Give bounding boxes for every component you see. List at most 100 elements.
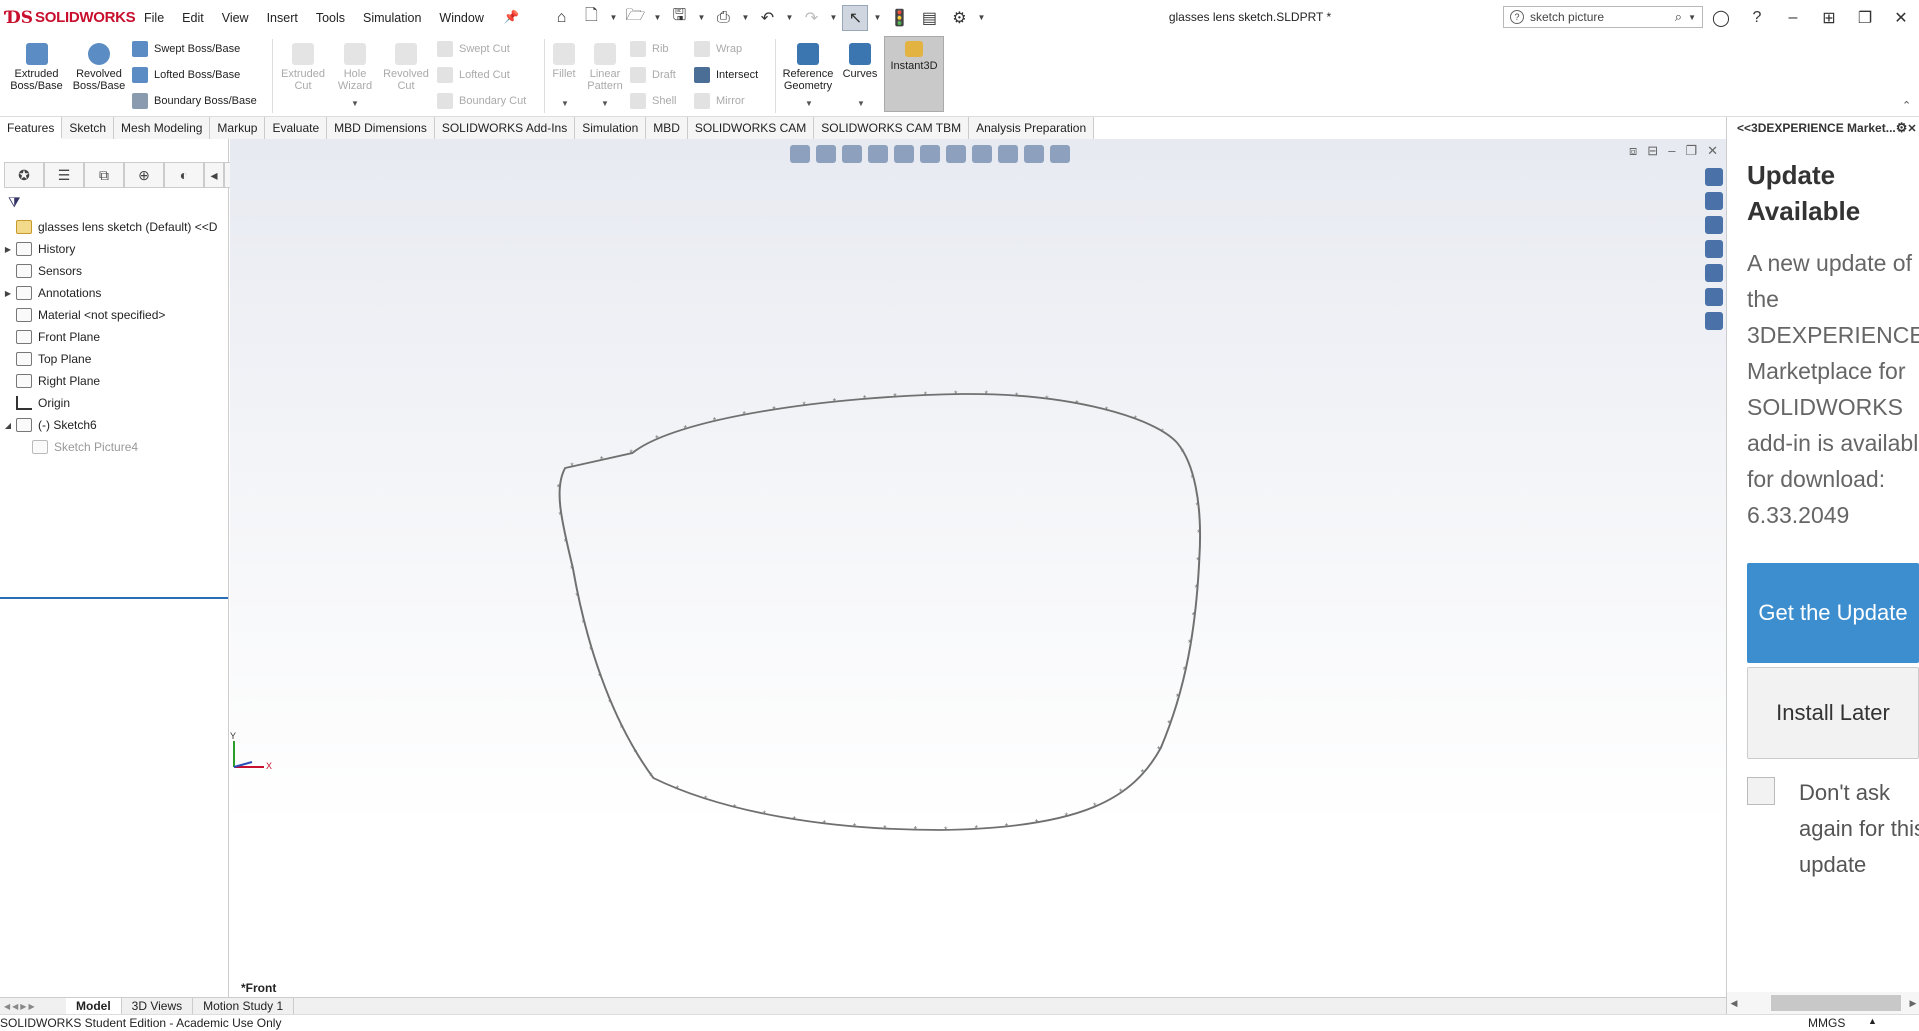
menu-view[interactable]: View — [213, 11, 258, 25]
spline-point-marker[interactable]: * — [589, 645, 593, 655]
extruded-boss-button[interactable]: Extruded Boss/Base — [4, 39, 69, 92]
dimxpert-tab-icon[interactable]: ⊕ — [124, 162, 164, 188]
file-explorer-icon[interactable] — [1705, 240, 1723, 258]
search-icon[interactable]: ⌕ — [1675, 9, 1682, 25]
pin-icon[interactable]: 📌 — [495, 10, 529, 25]
collapse-icon[interactable]: ◢ — [0, 421, 16, 430]
view-palette-icon[interactable] — [1705, 264, 1723, 282]
close-icon[interactable]: ✕ — [1883, 8, 1919, 28]
spline-point-marker[interactable]: * — [1181, 447, 1185, 457]
tree-item-front-plane[interactable]: Front Plane — [0, 326, 228, 348]
redo-dropdown-icon[interactable]: ▼ — [828, 13, 838, 22]
extruded-cut-button[interactable]: Extruded Cut — [278, 39, 328, 92]
reference-geometry-button[interactable]: Reference Geometry — [780, 39, 836, 92]
undo-dropdown-icon[interactable]: ▼ — [784, 13, 794, 22]
task-pane-scrollbar[interactable]: ◀ ▶ — [1727, 992, 1919, 1014]
tree-item-origin[interactable]: Origin — [0, 392, 228, 414]
swept-cut-button[interactable]: Swept Cut — [437, 38, 510, 60]
spline-point-marker[interactable]: * — [763, 809, 767, 819]
spline-point-marker[interactable]: * — [684, 423, 688, 433]
spline-point-marker[interactable]: * — [629, 448, 633, 458]
tree-item-sensors[interactable]: Sensors — [0, 260, 228, 282]
search-input[interactable]: sketch picture — [1530, 10, 1604, 24]
menu-insert[interactable]: Insert — [258, 11, 307, 25]
spline-point-marker[interactable]: * — [1064, 811, 1068, 821]
spline-point-marker[interactable]: * — [1093, 801, 1097, 811]
boundary-cut-button[interactable]: Boundary Cut — [437, 90, 526, 112]
undo-icon[interactable]: ↶ — [754, 5, 780, 31]
search-box[interactable]: ? sketch picture ⌕ ▼ — [1503, 6, 1703, 28]
get-update-button[interactable]: Get the Update — [1747, 563, 1919, 663]
open-icon[interactable]: 🗁 — [622, 5, 648, 31]
select-dropdown-icon[interactable]: ▼ — [872, 13, 882, 22]
spline-point-marker[interactable]: * — [883, 824, 887, 834]
menu-simulation[interactable]: Simulation — [354, 11, 430, 25]
spline-point-marker[interactable]: * — [1133, 414, 1137, 424]
spline-point-marker[interactable]: * — [944, 825, 948, 835]
tab-features[interactable]: Features — [0, 117, 63, 139]
redo-icon[interactable]: ↷ — [798, 5, 824, 31]
menu-tools[interactable]: Tools — [307, 11, 354, 25]
tree-item-sketch-picture[interactable]: Sketch Picture4 — [0, 436, 228, 458]
options-gear-icon[interactable]: ⚙ — [946, 5, 972, 31]
solidworks-resources-icon[interactable] — [1705, 192, 1723, 210]
tab-markup[interactable]: Markup — [210, 117, 266, 139]
revolved-boss-button[interactable]: Revolved Boss/Base — [70, 39, 128, 92]
tab-3d-views[interactable]: 3D Views — [122, 998, 194, 1014]
user-account-icon[interactable]: ◯ — [1703, 8, 1739, 28]
tab-evaluate[interactable]: Evaluate — [265, 117, 328, 139]
spline-point-marker[interactable]: * — [655, 433, 659, 443]
sketch-canvas[interactable]: * * * * * * * * * * * * * * * * * * * * * * * * * * * * * * * * * * * * * * * *… — [230, 139, 1726, 997]
spline-point-marker[interactable]: * — [733, 802, 737, 812]
restore-icon[interactable]: ❐ — [1847, 8, 1883, 28]
spline-point-marker[interactable]: * — [833, 397, 837, 407]
spline-point-marker[interactable]: * — [1183, 665, 1187, 675]
tab-navigation-arrows[interactable]: ◀◀▶▶ — [0, 1002, 66, 1011]
spline-point-marker[interactable]: * — [620, 723, 624, 733]
lofted-boss-button[interactable]: Lofted Boss/Base — [132, 64, 240, 86]
lofted-cut-button[interactable]: Lofted Cut — [437, 64, 510, 86]
spline-point-marker[interactable]: * — [914, 825, 918, 835]
spline-point-marker[interactable]: * — [713, 416, 717, 426]
spline-point-marker[interactable]: * — [1141, 768, 1145, 778]
linear-pattern-button[interactable]: Linear Pattern — [584, 39, 626, 92]
reference-geometry-dropdown-icon[interactable]: ▼ — [805, 99, 813, 108]
spline-point-marker[interactable]: * — [558, 510, 562, 520]
spline-point-marker[interactable]: * — [557, 482, 561, 492]
tab-simulation[interactable]: Simulation — [575, 117, 647, 139]
tab-analysis-preparation[interactable]: Analysis Preparation — [969, 117, 1095, 139]
spline-point-marker[interactable]: * — [1176, 692, 1180, 702]
spline-point-marker[interactable]: * — [823, 818, 827, 828]
tab-solidworks-add-ins[interactable]: SOLIDWORKS Add-Ins — [434, 117, 576, 139]
mirror-button[interactable]: Mirror — [694, 90, 745, 112]
tree-item-right-plane[interactable]: Right Plane — [0, 370, 228, 392]
rebuild-icon[interactable]: 🚦 — [886, 5, 912, 31]
curves-dropdown-icon[interactable]: ▼ — [857, 99, 865, 108]
unit-system[interactable]: MMGS — [1808, 1016, 1845, 1030]
file-properties-icon[interactable]: ▤ — [916, 5, 942, 31]
expand-icon[interactable]: ▶ — [0, 245, 16, 254]
tab-mesh-modeling[interactable]: Mesh Modeling — [114, 117, 211, 139]
pattern-dropdown-icon[interactable]: ▼ — [601, 99, 609, 108]
boundary-boss-button[interactable]: Boundary Boss/Base — [132, 90, 257, 112]
minimize-icon[interactable]: – — [1775, 9, 1811, 27]
scroll-left-icon[interactable]: ◀ — [1727, 998, 1741, 1009]
panel-scroll-left-icon[interactable]: ◂ — [204, 162, 224, 188]
save-dropdown-icon[interactable]: ▼ — [696, 13, 706, 22]
options-dropdown-icon[interactable]: ▼ — [976, 13, 986, 22]
revolved-cut-button[interactable]: Revolved Cut — [381, 39, 431, 92]
new-dropdown-icon[interactable]: ▼ — [608, 13, 618, 22]
tab-motion-study[interactable]: Motion Study 1 — [193, 998, 295, 1014]
scroll-right-icon[interactable]: ▶ — [1906, 998, 1919, 1009]
spline-point-marker[interactable]: * — [1197, 528, 1201, 538]
3dexperience-icon[interactable] — [1705, 168, 1723, 186]
swept-boss-button[interactable]: Swept Boss/Base — [132, 38, 240, 60]
spline-point-marker[interactable]: * — [863, 394, 867, 404]
fillet-dropdown-icon[interactable]: ▼ — [561, 99, 569, 108]
display-manager-tab-icon[interactable]: ◐ — [164, 162, 204, 188]
search-dropdown-icon[interactable]: ▼ — [1688, 13, 1696, 22]
curves-button[interactable]: Curves — [840, 39, 880, 80]
spline-point-marker[interactable]: * — [853, 822, 857, 832]
spline-point-marker[interactable]: * — [1045, 394, 1049, 404]
spline-point-marker[interactable]: * — [704, 794, 708, 804]
